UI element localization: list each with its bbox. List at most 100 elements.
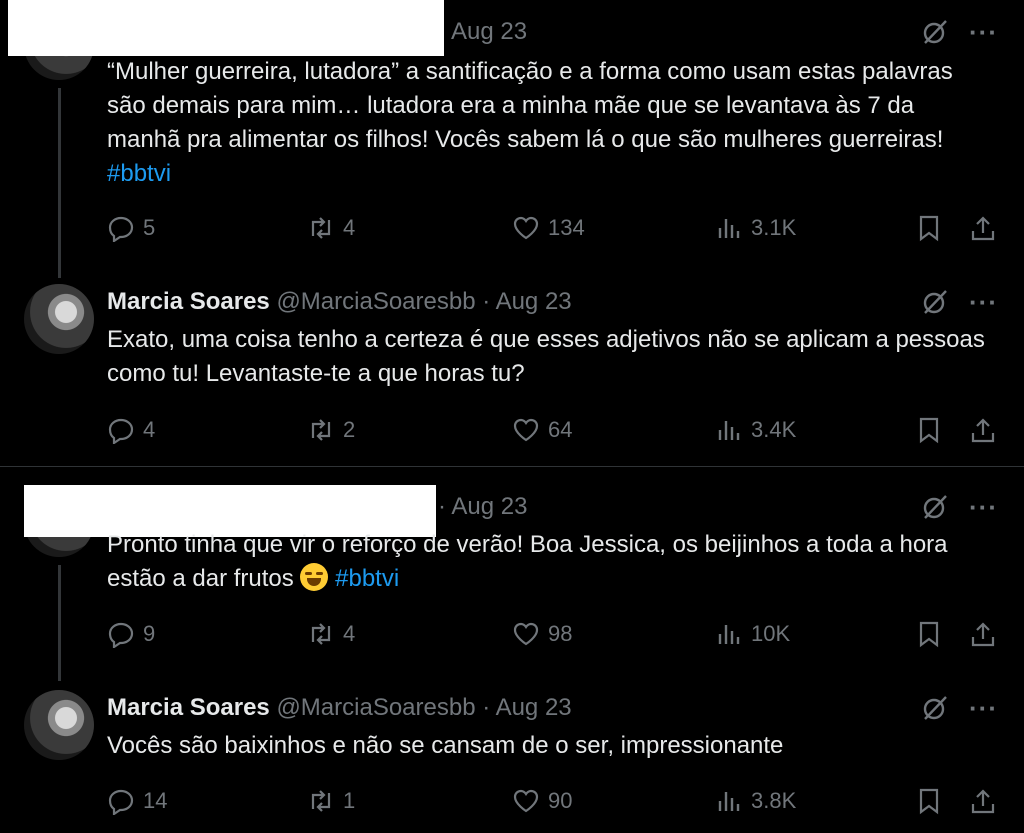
tweet-actions: 14 1 90 3.8K [107,787,997,817]
views-button[interactable]: 3.8K [715,787,796,815]
reply-count: 4 [143,417,156,442]
hashtag-link[interactable]: #bbtvi [107,160,171,187]
reply-icon [108,216,134,242]
views-button[interactable]: 3.4K [715,416,796,444]
reply-count: 9 [143,621,156,646]
more-icon[interactable]: ··· [969,19,998,45]
share-button[interactable] [969,787,997,815]
thread-line [58,88,61,278]
views-button[interactable]: 3.1K [715,214,796,242]
share-icon [971,216,995,241]
more-icon[interactable]: ··· [969,695,998,721]
tweet-top-icons: ··· [921,288,998,316]
separator-dot: · [482,288,491,315]
reply-button[interactable]: 5 [107,214,155,242]
heart-icon [513,418,539,442]
tweet[interactable]: Aug 23 ··· “Mulher guerreira, lutadora” … [0,0,1024,280]
views-count: 3.8K [751,788,797,813]
heart-icon [513,622,539,646]
heart-icon [513,789,539,813]
share-icon [971,789,995,814]
author-handle[interactable]: @MarciaSoaresbb [276,288,475,315]
bookmark-icon [919,788,939,815]
like-button[interactable]: 64 [512,416,572,444]
like-button[interactable]: 98 [512,620,572,648]
retweet-icon [311,623,331,645]
retweet-button[interactable]: 1 [307,787,355,815]
tweet-top-icons: ··· [921,694,998,722]
views-count: 3.4K [751,417,797,442]
reply-icon [108,789,134,815]
retweet-button[interactable]: 4 [307,620,355,648]
laughing-emoji-icon [300,563,329,591]
bookmark-button[interactable] [915,620,943,648]
tweet-text-content: “Mulher guerreira, lutadora” a santifica… [107,58,953,153]
author-name[interactable]: Marcia Soares [107,288,270,315]
like-count: 90 [548,788,573,813]
tweet-text: Pronto tinha que vir o reforço de verão!… [107,528,987,596]
views-icon [718,625,740,644]
share-button[interactable] [969,416,997,444]
tweet-text: Exato, uma coisa tenho a certeza é que e… [107,323,987,391]
retweet-button[interactable]: 4 [307,214,355,242]
tweet-top-icons: ··· [921,493,998,521]
tweet-text: Vocês são baixinhos e não se cansam de o… [107,729,987,763]
like-button[interactable]: 134 [512,214,585,242]
tweet-date[interactable]: Aug 23 [496,694,572,721]
reply-count: 14 [143,788,168,813]
views-icon [718,219,740,238]
tweet-header: Marcia Soares @MarciaSoaresbb · Aug 23 [107,288,572,316]
retweet-button[interactable]: 2 [307,416,355,444]
tweet-date[interactable]: Aug 23 [451,18,527,45]
bookmark-icon [919,215,939,242]
bookmark-button[interactable] [915,416,943,444]
grok-icon[interactable] [921,493,949,521]
reply-button[interactable]: 4 [107,416,155,444]
like-count: 134 [548,215,585,240]
tweet-text-content: Vocês são baixinhos e não se cansam de o… [107,732,784,759]
share-icon [971,418,995,443]
reply-button[interactable]: 9 [107,620,155,648]
separator-dot: · [482,694,491,721]
tweet-date[interactable]: Aug 23 [451,493,527,520]
bookmark-icon [919,417,939,444]
retweet-icon [311,419,331,441]
like-count: 64 [548,417,573,442]
more-icon[interactable]: ··· [969,289,998,315]
views-count: 3.1K [751,215,797,240]
reply-button[interactable]: 14 [107,787,167,815]
bookmark-button[interactable] [915,214,943,242]
like-count: 98 [548,621,573,646]
author-handle[interactable]: @MarciaSoaresbb [276,694,475,721]
bookmark-button[interactable] [915,787,943,815]
grok-icon[interactable] [921,18,949,46]
avatar[interactable] [24,690,94,760]
author-name[interactable]: Marcia Soares [107,694,270,721]
grok-icon[interactable] [921,694,949,722]
hashtag-link[interactable]: #bbtvi [335,565,399,592]
more-icon[interactable]: ··· [969,494,998,520]
share-button[interactable] [969,620,997,648]
like-button[interactable]: 90 [512,787,572,815]
avatar[interactable] [24,284,94,354]
tweet[interactable]: · Aug 23 ··· Pronto tinha que vir o refo… [0,467,1024,687]
tweet[interactable]: Marcia Soares @MarciaSoaresbb · Aug 23 ·… [0,280,1024,466]
tweet[interactable]: Marcia Soares @MarciaSoaresbb · Aug 23 ·… [0,687,1024,833]
grok-icon[interactable] [921,288,949,316]
share-icon [971,622,995,647]
retweet-icon [311,790,331,812]
views-icon [718,421,740,440]
retweet-count: 4 [343,621,356,646]
tweet-top-icons: ··· [921,18,998,46]
reply-icon [108,622,134,648]
retweet-icon [311,217,331,239]
reply-icon [108,418,134,444]
views-icon [718,792,740,811]
retweet-count: 4 [343,215,356,240]
views-button[interactable]: 10K [715,620,790,648]
separator-dot: · [438,493,446,520]
tweet-date[interactable]: Aug 23 [496,288,572,315]
retweet-count: 1 [343,788,356,813]
tweet-header: Aug 23 [451,18,527,46]
share-button[interactable] [969,214,997,242]
